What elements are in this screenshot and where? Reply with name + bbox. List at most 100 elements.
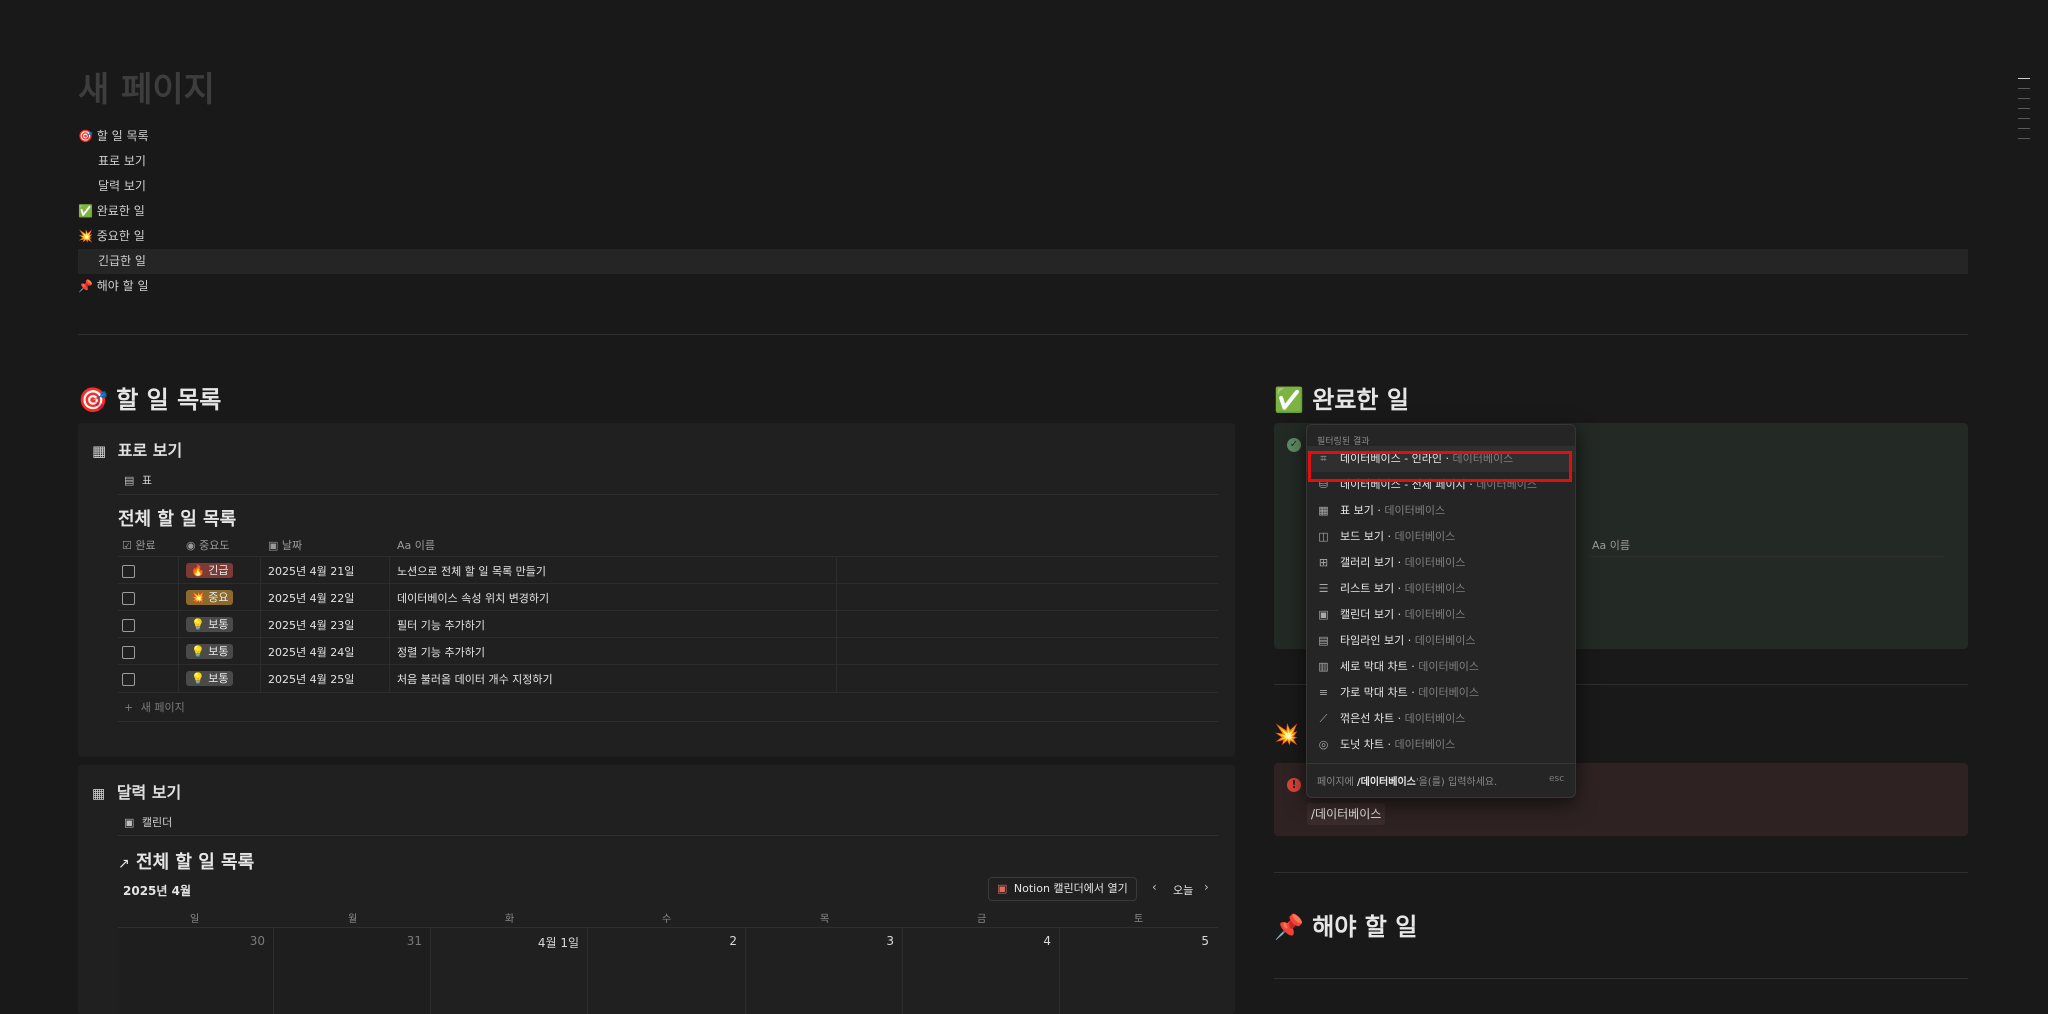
mini-toc[interactable] xyxy=(2018,78,2030,148)
menu-item-label: 가로 막대 차트 xyxy=(1340,686,1408,699)
toc-item-urgent[interactable]: 긴급한 일 xyxy=(78,249,1968,274)
calendar-day-cell[interactable]: 5 xyxy=(1060,928,1217,1014)
menu-item-label: 캘린더 보기 xyxy=(1340,608,1395,621)
table-icon: ▦ xyxy=(92,442,107,460)
menu-item-board-view[interactable]: ◫ 보드 보기 · 데이터베이스 xyxy=(1307,524,1575,550)
row-name[interactable]: 데이터베이스 속성 위치 변경하기 xyxy=(397,590,549,606)
tab-calendar[interactable]: ▣ 캘린더 xyxy=(124,814,172,830)
calendar-day-cell[interactable]: 3 xyxy=(746,928,903,1014)
table-view-title-label: 표로 보기 xyxy=(117,441,183,460)
priority-tag: 💡 보통 xyxy=(186,671,234,686)
calendar-day-cell[interactable]: 4 xyxy=(903,928,1060,1014)
todo-heading: 🎯 할 일 목록 xyxy=(78,380,221,415)
menu-item-category: 데이터베이스 xyxy=(1394,530,1456,543)
row-name[interactable]: 처음 불러올 데이터 개수 지정하기 xyxy=(397,671,553,687)
must-do-heading: 📌 해야 할 일 xyxy=(1274,907,1417,942)
calendar-day-cell[interactable]: 30 xyxy=(118,928,274,1014)
menu-item-category: 데이터베이스 xyxy=(1418,660,1479,673)
menu-item-calendar-view[interactable]: ▣ 캘린더 보기 · 데이터베이스 xyxy=(1307,602,1575,628)
calendar-month: 2025년 4월 xyxy=(123,884,192,898)
done-checkbox[interactable] xyxy=(122,619,135,632)
open-notion-calendar-label: Notion 캘린더에서 열기 xyxy=(1013,882,1128,895)
calendar-day-cell[interactable]: 2 xyxy=(588,928,746,1014)
calendar-view-title[interactable]: ▦ 달력 보기 xyxy=(92,779,181,803)
table-row[interactable]: 🔥 긴급 2025년 4월 21일 노션으로 전체 할 일 목록 만들기 xyxy=(118,556,1218,584)
weekday-fri: 금 xyxy=(977,914,987,925)
table-row[interactable]: 💡 보통 2025년 4월 25일 처음 불러올 데이터 개수 지정하기 xyxy=(118,664,1218,693)
menu-item-horizontal-bar-chart[interactable]: ≡ 가로 막대 차트 · 데이터베이스 xyxy=(1307,680,1575,706)
menu-item-timeline-view[interactable]: ▤ 타임라인 보기 · 데이터베이스 xyxy=(1307,628,1575,654)
menu-esc-hint[interactable]: esc xyxy=(1549,774,1564,784)
calendar-db-title[interactable]: ↗ 전체 할 일 목록 xyxy=(118,848,254,874)
calendar-day-cell[interactable]: 4월 1일 xyxy=(431,928,588,1014)
day-number: 31 xyxy=(406,934,422,948)
toc-item-table-view[interactable]: 표로 보기 xyxy=(78,149,1968,174)
menu-footer-prefix: 페이지에 xyxy=(1317,777,1354,788)
must-do-heading-label: 해야 할 일 xyxy=(1312,913,1418,941)
menu-item-gallery-view[interactable]: ⊞ 갤러리 보기 · 데이터베이스 xyxy=(1307,550,1575,576)
menu-item-line-chart[interactable]: ⟋ 꺾은선 차트 · 데이터베이스 xyxy=(1307,706,1575,732)
done-checkbox[interactable] xyxy=(122,592,135,605)
calendar-view-title-label: 달력 보기 xyxy=(116,783,182,802)
row-name[interactable]: 노션으로 전체 할 일 목록 만들기 xyxy=(397,563,546,579)
column-done[interactable]: ☑ 완료 xyxy=(122,537,156,553)
new-page-button[interactable]: + 새 페이지 xyxy=(124,699,185,715)
donut-chart-icon: ◎ xyxy=(1318,738,1329,751)
slash-command-input[interactable]: /데이터베이스 xyxy=(1307,803,1386,825)
menu-item-table-view[interactable]: ▦ 표 보기 · 데이터베이스 xyxy=(1307,498,1575,524)
done-heading-label: 완료한 일 xyxy=(1312,386,1409,414)
done-column-name[interactable]: Aa 이름 xyxy=(1592,537,1630,553)
table-db-title[interactable]: 전체 할 일 목록 xyxy=(118,505,236,531)
day-number: 30 xyxy=(249,934,265,948)
row-date: 2025년 4월 21일 xyxy=(268,565,355,578)
row-date: 2025년 4월 25일 xyxy=(268,673,355,686)
menu-footer: 페이지에 /데이터베이스'을(를) 입력하세요. xyxy=(1317,773,1497,788)
menu-item-label: 세로 막대 차트 xyxy=(1340,660,1408,673)
pushpin-icon: 📌 xyxy=(1274,913,1304,941)
table-row[interactable]: 💡 보통 2025년 4월 24일 정렬 기능 추가하기 xyxy=(118,637,1218,665)
done-checkbox[interactable] xyxy=(122,646,135,659)
calendar-day-cell[interactable]: 31 xyxy=(274,928,431,1014)
weekday-thu: 목 xyxy=(820,914,830,925)
chevron-right-icon[interactable]: › xyxy=(1204,880,1209,894)
toc-item-todo[interactable]: 🎯 할 일 목록 xyxy=(78,124,1968,149)
menu-item-label: 리스트 보기 xyxy=(1340,582,1395,595)
column-date[interactable]: ▣ 날짜 xyxy=(268,537,302,553)
day-number: 4월 1일 xyxy=(537,936,579,950)
today-button[interactable]: 오늘 xyxy=(1173,882,1193,898)
table-row[interactable]: 💥 중요 2025년 4월 22일 데이터베이스 속성 위치 변경하기 xyxy=(118,583,1218,611)
tab-calendar-label: 캘린더 xyxy=(141,816,173,829)
column-name[interactable]: Aa 이름 xyxy=(397,537,435,553)
done-heading: ✅ 완료한 일 xyxy=(1274,380,1409,415)
tab-table[interactable]: ▤ 표 xyxy=(124,472,152,488)
table-view-title[interactable]: ▦ 표로 보기 xyxy=(92,437,182,461)
toc-item-calendar-view[interactable]: 달력 보기 xyxy=(78,174,1968,199)
done-checkbox[interactable] xyxy=(122,673,135,686)
timeline-icon: ▤ xyxy=(1318,634,1329,647)
toc-item-must-do[interactable]: 📌 해야 할 일 xyxy=(78,274,1968,299)
table-icon: ▦ xyxy=(1318,504,1329,517)
toc-item-done[interactable]: ✅ 완료한 일 xyxy=(78,199,1968,224)
menu-item-list-view[interactable]: ☰ 리스트 보기 · 데이터베이스 xyxy=(1307,576,1575,602)
menu-item-category: 데이터베이스 xyxy=(1404,556,1466,569)
menu-item-vertical-bar-chart[interactable]: ▥ 세로 막대 차트 · 데이터베이스 xyxy=(1307,654,1575,680)
chevron-left-icon[interactable]: ‹ xyxy=(1152,880,1157,894)
column-priority[interactable]: ◉ 중요도 xyxy=(186,537,229,553)
page-title[interactable]: 새 페이지 xyxy=(78,62,215,111)
row-name[interactable]: 필터 기능 추가하기 xyxy=(397,617,485,633)
check-circle-icon: ✓ xyxy=(1287,438,1301,452)
done-checkbox[interactable] xyxy=(122,565,135,578)
menu-item-category: 데이터베이스 xyxy=(1384,504,1446,517)
priority-tag: 💡 보통 xyxy=(186,617,234,632)
open-notion-calendar-button[interactable]: ▣ Notion 캘린더에서 열기 xyxy=(988,877,1137,901)
collision-icon: 💥 xyxy=(1274,722,1299,746)
table-row[interactable]: 💡 보통 2025년 4월 23일 필터 기능 추가하기 xyxy=(118,610,1218,638)
must-do-divider xyxy=(1274,978,1968,979)
important-section-divider xyxy=(1274,872,1968,873)
horizontal-bar-chart-icon: ≡ xyxy=(1318,686,1329,699)
weekday-sun: 일 xyxy=(190,914,200,925)
row-name[interactable]: 정렬 기능 추가하기 xyxy=(397,644,485,660)
toc-item-important[interactable]: 💥 중요한 일 xyxy=(78,224,1968,249)
menu-item-donut-chart[interactable]: ◎ 도넛 차트 · 데이터베이스 xyxy=(1307,732,1575,750)
plus-icon: + xyxy=(124,701,134,714)
